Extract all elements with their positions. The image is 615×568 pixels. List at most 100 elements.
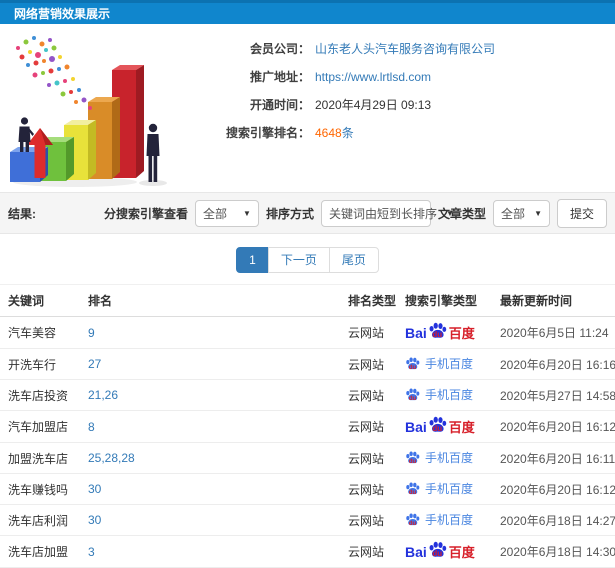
next-page-button[interactable]: 下一页	[267, 247, 330, 273]
engine-type-cell: du 手机百度	[397, 379, 492, 411]
rank-count-unit: 条	[341, 126, 354, 140]
submit-button[interactable]: 提交	[556, 198, 607, 228]
article-type-label: 文章类型	[437, 206, 486, 221]
rank-type-cell: 云网站	[340, 535, 397, 568]
info-row-company: 会员公司： 山东老人头汽车服务咨询有限公司	[182, 40, 615, 58]
rank-link[interactable]: 3	[80, 535, 340, 568]
company-link[interactable]: 山东老人头汽车服务咨询有限公司	[315, 40, 495, 58]
rank-link[interactable]: 30	[80, 473, 340, 505]
rank-link[interactable]: 25,28,28	[80, 442, 340, 474]
keyword-cell: 洗车店加盟	[0, 535, 80, 568]
engine-type-cell: Bai du 百度	[397, 410, 492, 443]
baidu-paw-icon: du	[428, 416, 447, 433]
app-header: 网络营销效果展示	[0, 0, 615, 24]
col-header-engine-type: 搜索引擎类型	[397, 284, 492, 317]
page-title: 网络营销效果展示	[14, 7, 111, 21]
baidu-pc-logo: Bai du 百度	[405, 416, 475, 436]
updated-time-cell: 2020年6月5日 11:24	[492, 316, 615, 349]
baidu-du-text: du	[408, 459, 417, 465]
promo-url-link[interactable]: https://www.lrtlsd.com	[315, 68, 431, 86]
keyword-cell: 汽车加盟店	[0, 410, 80, 443]
rank-type-cell: 云网站	[340, 379, 397, 411]
baidu-cn-text: 百度	[448, 545, 475, 560]
baidu-cn-text: 百度	[448, 420, 475, 435]
keyword-cell: 洗车店投资	[0, 379, 80, 411]
col-header-rank: 排名	[80, 284, 340, 317]
engine-select[interactable]: 全部 ▼	[194, 199, 259, 227]
engine-type-cell: du 手机百度	[397, 348, 492, 380]
keyword-cell: 洗车店利润	[0, 504, 80, 536]
baidu-pc-logo: Bai du 百度	[405, 541, 475, 561]
rank-link[interactable]: 8	[80, 410, 340, 443]
open-time-value: 2020年4月29日 09:13	[315, 98, 432, 112]
baidu-cn-text: 百度	[448, 326, 475, 341]
rank-type-cell: 云网站	[340, 410, 397, 443]
baidu-du-text: du	[408, 396, 417, 402]
updated-time-cell: 2020年6月20日 16:12	[492, 473, 615, 505]
info-row-url: 推广地址： https://www.lrtlsd.com	[182, 68, 615, 86]
results-table-head-row: 关键词 排名 排名类型 搜索引擎类型 最新更新时间	[0, 284, 615, 317]
pagination: 1 下一页 尾页	[0, 247, 615, 273]
info-section: 会员公司： 山东老人头汽车服务咨询有限公司 推广地址： https://www.…	[0, 24, 615, 192]
rank-type-cell: 云网站	[340, 473, 397, 505]
updated-time-cell: 2020年6月18日 14:27	[492, 504, 615, 536]
baidu-du-text: du	[408, 365, 417, 371]
baidu-mobile-logo: du 手机百度	[405, 386, 473, 403]
baidu-paw-icon: du	[428, 541, 447, 558]
table-row: 洗车店加盟 3 云网站 Bai du 百度 2020年6月18日 14:30	[0, 535, 615, 568]
results-table: 关键词 排名 排名类型 搜索引擎类型 最新更新时间 汽车美容 9 云网站 Bai…	[0, 284, 615, 568]
baidu-du-text: du	[432, 424, 443, 433]
page-button-1[interactable]: 1	[236, 247, 269, 273]
engine-type-cell: du 手机百度	[397, 473, 492, 505]
keyword-cell: 开洗车行	[0, 348, 80, 380]
caret-down-icon: ▼	[243, 208, 251, 218]
company-label: 会员公司：	[249, 42, 310, 56]
table-row: 汽车加盟店 8 云网站 Bai du 百度 2020年6月20日 16:12	[0, 410, 615, 443]
engine-type-cell: Bai du 百度	[397, 535, 492, 568]
article-type-select-value: 全部	[500, 206, 525, 221]
promo-url-label: 推广地址：	[249, 70, 310, 84]
engine-type-cell: Bai du 百度	[397, 316, 492, 349]
article-type-select[interactable]: 全部 ▼	[492, 199, 550, 227]
baidu-du-text: du	[432, 549, 443, 558]
baidu-mobile-logo: du 手机百度	[405, 480, 473, 497]
rank-count-number: 4648	[315, 126, 342, 140]
engine-type-cell: du 手机百度	[397, 504, 492, 536]
baidu-bai-text: Bai	[405, 543, 427, 560]
rank-count-value: 4648条	[315, 124, 354, 142]
baidu-paw-icon: du	[405, 388, 420, 402]
updated-time-cell: 2020年6月20日 16:11	[492, 442, 615, 474]
rank-type-cell: 云网站	[340, 316, 397, 349]
baidu-paw-icon: du	[405, 451, 420, 465]
baidu-bai-text: Bai	[405, 418, 427, 435]
rank-link[interactable]: 21,26	[80, 379, 340, 411]
updated-time-cell: 2020年6月18日 14:30	[492, 535, 615, 568]
sort-select-value: 关键词由短到长排序	[328, 206, 437, 221]
table-row: 开洗车行 27 云网站 du 手机百度 2020年6月20日 16:16	[0, 348, 615, 380]
baidu-paw-icon: du	[405, 357, 420, 371]
baidu-mobile-text: 手机百度	[425, 451, 474, 465]
col-header-updated: 最新更新时间	[492, 284, 615, 317]
rank-type-cell: 云网站	[340, 504, 397, 536]
baidu-mobile-text: 手机百度	[425, 357, 474, 371]
updated-time-cell: 2020年5月27日 14:58	[492, 379, 615, 411]
table-row: 加盟洗车店 25,28,28 云网站 du 手机百度 2020年6月20日 16…	[0, 442, 615, 474]
col-header-keyword: 关键词	[0, 284, 80, 317]
sort-select[interactable]: 关键词由短到长排序 ▼	[320, 199, 454, 227]
baidu-bai-text: Bai	[405, 324, 427, 341]
rank-count-label: 搜索引擎排名：	[225, 126, 310, 140]
member-info: 会员公司： 山东老人头汽车服务咨询有限公司 推广地址： https://www.…	[182, 30, 615, 192]
rank-link[interactable]: 30	[80, 504, 340, 536]
baidu-pc-logo: Bai du 百度	[405, 322, 475, 342]
baidu-mobile-logo: du 手机百度	[405, 449, 473, 466]
rank-link[interactable]: 27	[80, 348, 340, 380]
table-row: 洗车店投资 21,26 云网站 du 手机百度 2020年5月27日 14:58	[0, 379, 615, 411]
col-header-rank-type: 排名类型	[340, 284, 397, 317]
table-row: 洗车赚钱吗 30 云网站 du 手机百度 2020年6月20日 16:12	[0, 473, 615, 505]
last-page-button[interactable]: 尾页	[328, 247, 379, 273]
open-time-label: 开通时间：	[249, 98, 310, 112]
rank-link[interactable]: 9	[80, 316, 340, 349]
rank-type-cell: 云网站	[340, 348, 397, 380]
baidu-mobile-text: 手机百度	[425, 482, 474, 496]
info-row-open-time: 开通时间： 2020年4月29日 09:13	[182, 96, 615, 114]
